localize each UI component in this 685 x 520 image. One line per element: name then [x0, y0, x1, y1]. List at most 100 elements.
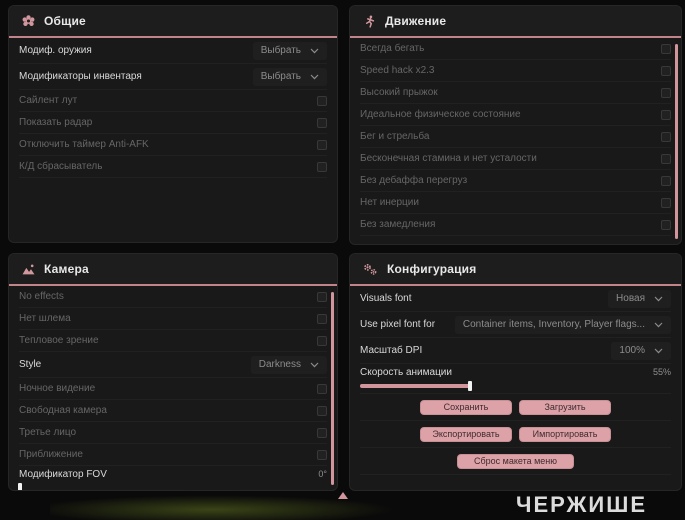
settings-row: Показать радар [19, 112, 327, 134]
settings-row: Ночное видение [19, 378, 327, 400]
row-label: Без дебаффа перегруз [360, 175, 468, 186]
flower-icon [22, 14, 35, 28]
panel-movement-header: Движение [350, 6, 681, 36]
row-label: Visuals font [360, 293, 412, 304]
panel-movement: Движение Всегда бегать Speed hack x2.3 Выс… [349, 5, 682, 245]
settings-row: Высокий прыжок [360, 82, 671, 104]
checkbox[interactable] [317, 405, 327, 416]
slider-handle[interactable] [18, 482, 22, 490]
import-button[interactable]: Импортировать [519, 426, 611, 442]
checkbox[interactable] [317, 161, 327, 172]
button-row: Экспортировать Импортировать [360, 421, 671, 448]
checkbox[interactable] [661, 87, 671, 98]
scrollbar[interactable] [675, 44, 678, 239]
checkbox[interactable] [317, 313, 327, 324]
checkbox[interactable] [661, 197, 671, 208]
game-background-strip: ЧЕРЖИШЕ [0, 491, 685, 520]
checkbox[interactable] [317, 117, 327, 128]
row-label: Показать радар [19, 117, 93, 128]
runner-icon [363, 15, 376, 28]
panel-general-header: Общие [9, 6, 337, 36]
dropdown[interactable]: Container items, Inventory, Player flags… [454, 315, 671, 334]
panel-camera: Камера No effects Нет шлема Тепловое зрени… [8, 253, 338, 491]
settings-row: Бег и стрельба [360, 126, 671, 148]
export-button[interactable]: Экспортировать [420, 426, 512, 442]
watermark-text: ЧЕРЖИШЕ [516, 492, 647, 517]
row-label: Бесконечная стамина и нет усталости [360, 153, 537, 164]
settings-row: Style Darkness [19, 352, 327, 378]
settings-row: Свободная камера [19, 400, 327, 422]
checkbox[interactable] [661, 153, 671, 164]
settings-row: Всегда бегать [360, 38, 671, 60]
settings-rows: Visuals font Новая Use pixel font for Conta… [350, 286, 681, 475]
checkbox[interactable] [317, 335, 327, 346]
background-glow [50, 494, 410, 520]
panel-title: Общие [44, 14, 86, 28]
dropdown[interactable]: Выбрать [252, 67, 327, 86]
checkbox[interactable] [661, 43, 671, 54]
settings-row: Модиф. оружия Выбрать [19, 38, 327, 64]
panel-configuration-header: Конфигурация [350, 254, 681, 284]
settings-row: Идеальное физическое состояние [360, 104, 671, 126]
row-label: Отключить таймер Anti-AFK [19, 139, 149, 150]
settings-row: Бесконечная стамина и нет усталости [360, 148, 671, 170]
dropdown[interactable]: Darkness [250, 355, 327, 374]
row-label: Speed hack x2.3 [360, 65, 435, 76]
settings-row: Масштаб DPI 100% [360, 338, 671, 364]
checkbox[interactable] [317, 291, 327, 302]
settings-row: No effects [19, 286, 327, 308]
panel-title: Движение [385, 14, 447, 28]
slider[interactable] [360, 380, 560, 391]
button-row: Сброс макета меню [360, 448, 671, 475]
panel-title: Конфигурация [387, 262, 477, 276]
dropdown[interactable]: 100% [611, 341, 671, 360]
checkbox[interactable] [317, 427, 327, 438]
checkbox[interactable] [317, 139, 327, 150]
checkbox[interactable] [317, 383, 327, 394]
reset-menu-layout-button[interactable]: Сброс макета меню [456, 453, 575, 469]
settings-row: Модификаторы инвентаря Выбрать [19, 64, 327, 90]
slider-value: 55% [652, 367, 671, 377]
slider-row: Модификатор FOV 0° [18, 466, 327, 490]
settings-rows: No effects Нет шлема Тепловое зрение Style D… [9, 286, 337, 490]
dropdown[interactable]: Выбрать [252, 41, 327, 60]
chevron-down-icon [310, 362, 319, 368]
checkbox[interactable] [317, 95, 327, 106]
chevron-down-icon [654, 348, 663, 354]
checkbox[interactable] [661, 131, 671, 142]
row-label: Скорость анимации [360, 366, 452, 378]
settings-row: Use pixel font for Container items, Inven… [360, 312, 671, 338]
row-label: Идеальное физическое состояние [360, 109, 521, 120]
row-label: Тепловое зрение [19, 335, 99, 346]
row-label: Бег и стрельба [360, 131, 430, 142]
checkbox[interactable] [661, 65, 671, 76]
settings-row: Visuals font Новая [360, 286, 671, 312]
row-label: Style [19, 359, 42, 370]
chevron-down-icon [310, 74, 319, 80]
checkbox[interactable] [661, 109, 671, 120]
settings-row: Нет инерции [360, 192, 671, 214]
chevron-down-icon [654, 296, 663, 302]
settings-row: К/Д сбрасыватель [19, 156, 327, 178]
settings-row: Приближение [19, 444, 327, 466]
slider[interactable] [18, 482, 219, 490]
panel-general: Общие Модиф. оружия Выбрать Модификаторы и… [8, 5, 338, 243]
checkbox[interactable] [317, 449, 327, 460]
scrollbar[interactable] [331, 292, 334, 485]
slider-handle[interactable] [468, 380, 472, 391]
row-label: Третье лицо [19, 427, 77, 438]
settings-row: Третье лицо [19, 422, 327, 444]
picture-icon [22, 263, 35, 276]
row-label: Масштаб DPI [360, 345, 423, 356]
checkbox[interactable] [661, 219, 671, 230]
checkbox[interactable] [661, 175, 671, 186]
panel-camera-header: Камера [9, 254, 337, 284]
chevron-down-icon [654, 322, 663, 328]
row-label: Ночное видение [19, 383, 96, 394]
settings-row: Нет шлема [19, 308, 327, 330]
load-button[interactable]: Загрузить [519, 399, 611, 415]
save-button[interactable]: Сохранить [420, 399, 512, 415]
panel-configuration: Конфигурация Visuals font Новая Use pixel … [349, 253, 682, 491]
row-label: No effects [19, 291, 64, 302]
dropdown[interactable]: Новая [608, 289, 671, 308]
